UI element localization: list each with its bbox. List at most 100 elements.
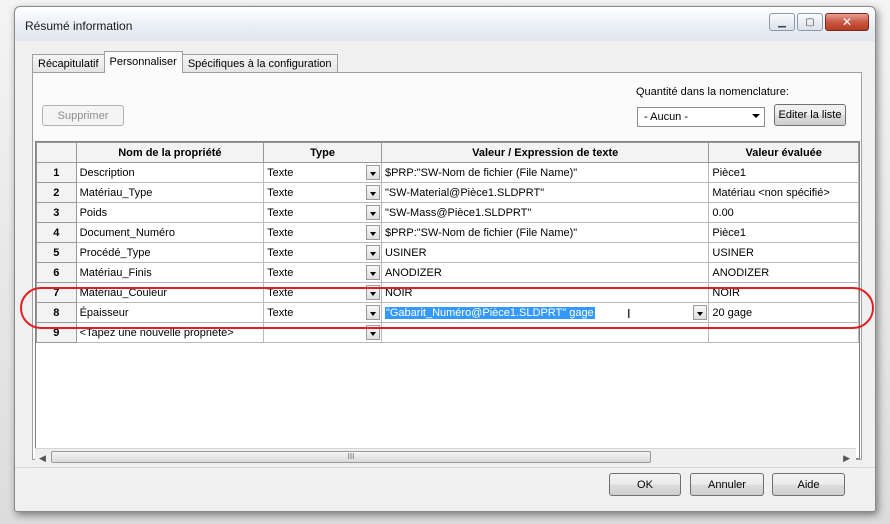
type-value: Texte — [267, 246, 294, 259]
table-row-selected[interactable]: 8 Épaisseur Texte "Gabarit_Numéro@Pièce1… — [36, 302, 859, 323]
type-value: Texte — [267, 266, 294, 279]
close-icon: ✕ — [841, 15, 853, 29]
ok-button[interactable]: OK — [609, 473, 681, 496]
tab-custom[interactable]: Personnaliser — [103, 51, 183, 73]
footer-divider — [15, 467, 875, 468]
delete-button[interactable]: Supprimer — [42, 105, 124, 126]
column-header-type[interactable]: Type — [263, 142, 382, 163]
chevron-down-icon[interactable] — [365, 185, 380, 200]
property-name-cell[interactable]: Matériau_Finis — [75, 262, 265, 283]
evaluated-value-cell: USINER — [708, 242, 859, 263]
table-row[interactable]: 6 Matériau_Finis Texte ANODIZER ANODIZER — [36, 262, 859, 283]
chevron-down-icon[interactable] — [365, 285, 380, 300]
value-expression-editor[interactable]: "Gabarit_Numéro@Pièce1.SLDPRT" gage I — [380, 302, 710, 323]
selected-expression-text[interactable]: "Gabarit_Numéro@Pièce1.SLDPRT" gage — [384, 306, 595, 319]
bom-quantity-value: - Aucun - — [644, 111, 689, 123]
scroll-left-icon[interactable]: ◀ — [39, 453, 46, 464]
chevron-down-icon[interactable] — [365, 225, 380, 240]
property-name-cell[interactable]: Document_Numéro — [75, 222, 265, 243]
row-number[interactable]: 2 — [36, 182, 77, 203]
type-cell[interactable]: Texte — [263, 222, 382, 243]
property-name-cell[interactable]: Procédé_Type — [75, 242, 265, 263]
chevron-down-icon[interactable] — [365, 325, 380, 340]
properties-grid: Nom de la propriété Type Valeur / Expres… — [35, 141, 860, 459]
row-number[interactable]: 7 — [36, 282, 77, 303]
property-name-cell[interactable]: Matériau_Couleur — [75, 282, 265, 303]
close-button[interactable]: ✕ — [825, 13, 869, 31]
row-number[interactable]: 1 — [36, 162, 77, 183]
type-cell[interactable]: Texte — [263, 302, 382, 323]
property-name-cell[interactable]: Matériau_Type — [75, 182, 265, 203]
column-header-property-name[interactable]: Nom de la propriété — [75, 142, 265, 163]
value-expression-cell[interactable] — [380, 322, 710, 343]
column-header-value-expression[interactable]: Valeur / Expression de texte — [380, 142, 710, 163]
tab-configuration-specific[interactable]: Spécifiques à la configuration — [181, 54, 338, 73]
value-expression-cell[interactable]: $PRP:"SW-Nom de fichier (File Name)" — [380, 222, 710, 243]
horizontal-scrollbar[interactable]: ◀ III ▶ — [35, 448, 856, 465]
title-bar: Résumé information ▁ ▢ ✕ — [15, 7, 875, 41]
table-row[interactable]: 2 Matériau_Type Texte "SW-Material@Pièce… — [36, 182, 859, 203]
type-cell[interactable] — [263, 322, 382, 343]
new-property-row[interactable]: 9 <Tapez une nouvelle propriété> — [36, 322, 859, 343]
maximize-button[interactable]: ▢ — [797, 13, 823, 31]
evaluated-value-cell: Matériau <non spécifié> — [708, 182, 859, 203]
cancel-button[interactable]: Annuler — [690, 473, 764, 496]
bom-quantity-label: Quantité dans la nomenclature: — [636, 86, 789, 98]
row-number[interactable]: 8 — [36, 302, 77, 323]
chevron-down-icon — [752, 114, 760, 118]
value-expression-cell[interactable]: "SW-Mass@Pièce1.SLDPRT" — [380, 202, 710, 223]
value-expression-cell[interactable]: NOIR — [380, 282, 710, 303]
chevron-down-icon[interactable] — [365, 305, 380, 320]
new-property-name-input[interactable]: <Tapez une nouvelle propriété> — [75, 322, 265, 343]
value-expression-cell[interactable]: USINER — [380, 242, 710, 263]
scroll-grip: III — [347, 452, 355, 461]
edit-list-button[interactable]: Editer la liste — [774, 104, 846, 126]
row-number[interactable]: 9 — [36, 322, 77, 343]
summary-info-dialog: Résumé information ▁ ▢ ✕ Récapitulatif P… — [14, 6, 876, 512]
table-row[interactable]: 5 Procédé_Type Texte USINER USINER — [36, 242, 859, 263]
scroll-thumb[interactable]: III — [51, 451, 651, 463]
help-button[interactable]: Aide — [772, 473, 845, 496]
minimize-icon: ▁ — [778, 16, 786, 28]
table-row[interactable]: 4 Document_Numéro Texte $PRP:"SW-Nom de … — [36, 222, 859, 243]
type-value: Texte — [267, 226, 294, 239]
table-row[interactable]: 3 Poids Texte "SW-Mass@Pièce1.SLDPRT" 0.… — [36, 202, 859, 223]
column-header-evaluated-value[interactable]: Valeur évaluée — [708, 142, 859, 163]
minimize-button[interactable]: ▁ — [769, 13, 795, 31]
row-number[interactable]: 5 — [36, 242, 77, 263]
bom-quantity-select[interactable]: - Aucun - — [637, 107, 765, 127]
evaluated-value-cell: NOIR — [708, 282, 859, 303]
chevron-down-icon[interactable] — [365, 245, 380, 260]
row-number[interactable]: 4 — [36, 222, 77, 243]
tab-panel: Supprimer Quantité dans la nomenclature:… — [32, 72, 862, 465]
type-cell[interactable]: Texte — [263, 242, 382, 263]
property-name-cell[interactable]: Poids — [75, 202, 265, 223]
row-number[interactable]: 6 — [36, 262, 77, 283]
chevron-down-icon[interactable] — [365, 165, 380, 180]
chevron-down-icon[interactable] — [693, 305, 708, 320]
type-value: Texte — [267, 166, 294, 179]
evaluated-value-cell: 0.00 — [708, 202, 859, 223]
value-expression-cell[interactable]: "SW-Material@Pièce1.SLDPRT" — [380, 182, 710, 203]
type-cell[interactable]: Texte — [263, 282, 382, 303]
type-cell[interactable]: Texte — [263, 262, 382, 283]
type-cell[interactable]: Texte — [263, 202, 382, 223]
table-header-row: Nom de la propriété Type Valeur / Expres… — [36, 142, 859, 163]
table-row[interactable]: 7 Matériau_Couleur Texte NOIR NOIR — [36, 282, 859, 303]
property-name-cell[interactable]: Épaisseur — [75, 302, 265, 323]
property-name-cell[interactable]: Description — [75, 162, 265, 183]
type-cell[interactable]: Texte — [263, 182, 382, 203]
value-expression-cell[interactable]: $PRP:"SW-Nom de fichier (File Name)" — [380, 162, 710, 183]
evaluated-value-cell: Pièce1 — [708, 162, 859, 183]
type-cell[interactable]: Texte — [263, 162, 382, 183]
chevron-down-icon[interactable] — [365, 265, 380, 280]
chevron-down-icon[interactable] — [365, 205, 380, 220]
type-value: Texte — [267, 306, 294, 319]
row-number[interactable]: 3 — [36, 202, 77, 223]
value-expression-cell[interactable]: ANODIZER — [380, 262, 710, 283]
text-cursor-icon: I — [626, 306, 631, 321]
tab-summary[interactable]: Récapitulatif — [32, 54, 105, 73]
evaluated-value-cell: 20 gage — [708, 302, 859, 323]
table-row[interactable]: 1 Description Texte $PRP:"SW-Nom de fich… — [36, 162, 859, 183]
scroll-right-icon[interactable]: ▶ — [843, 453, 850, 464]
